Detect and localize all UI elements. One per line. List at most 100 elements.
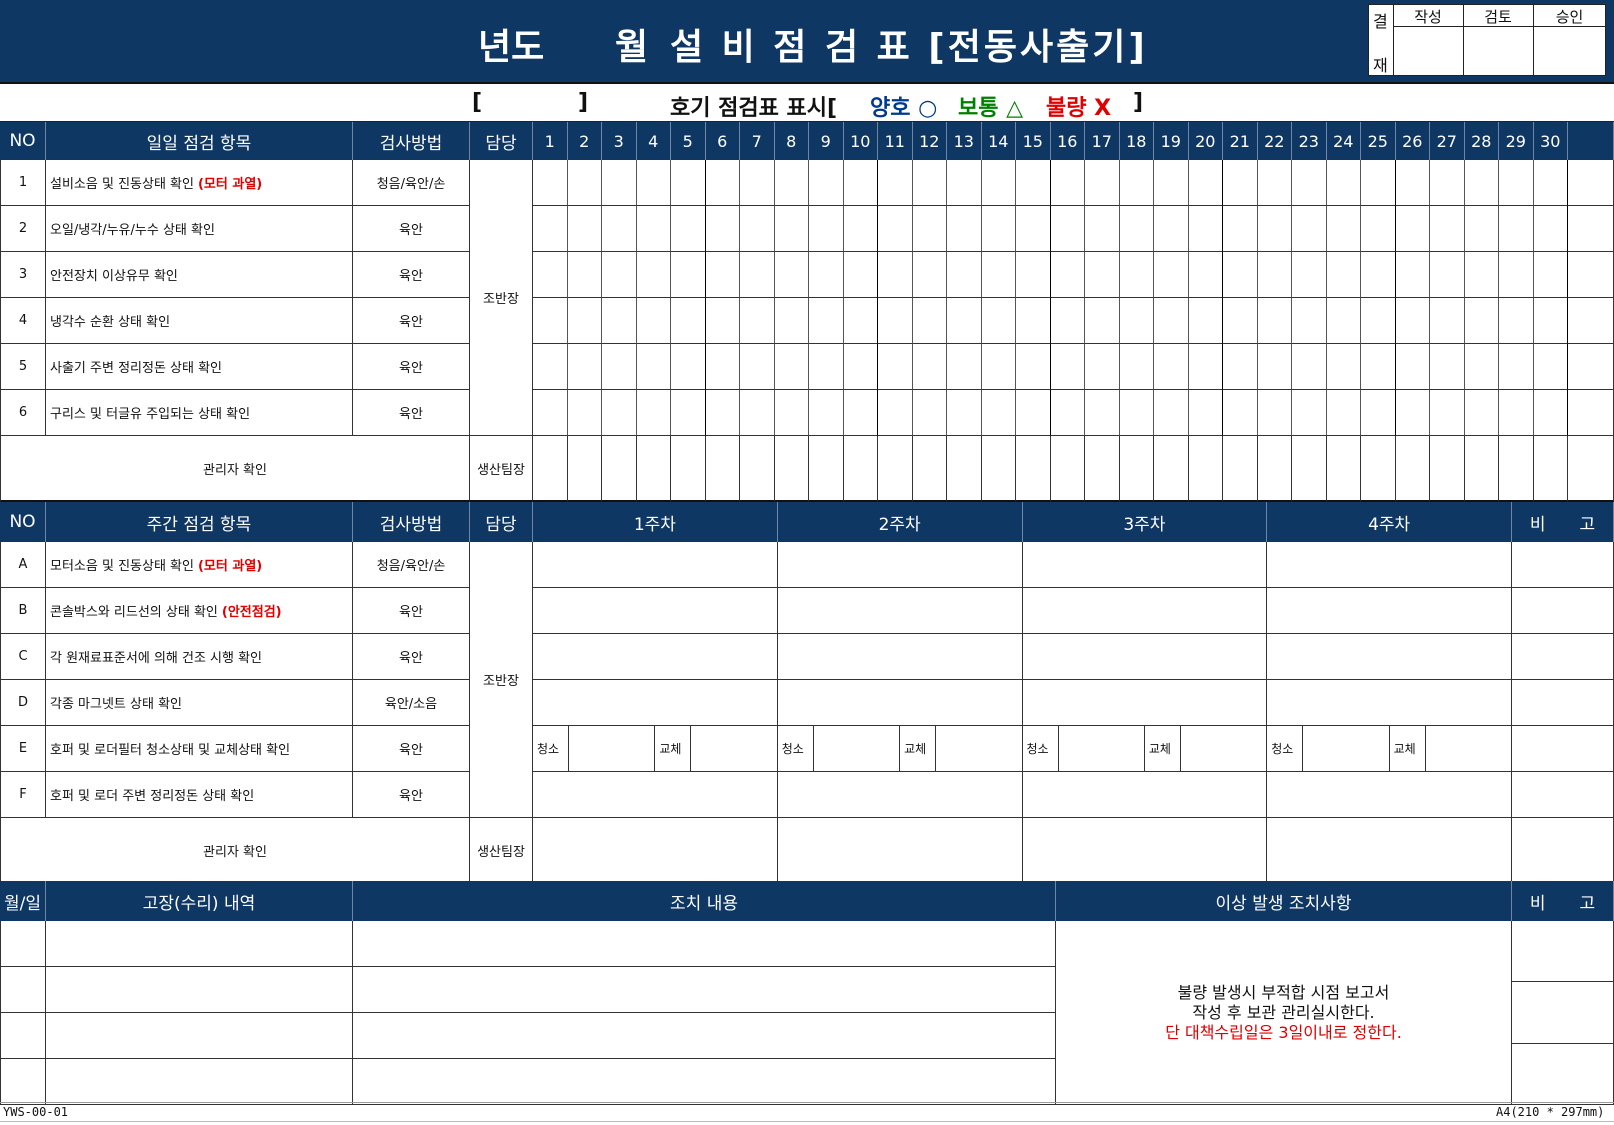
day-check-cell[interactable] bbox=[774, 206, 809, 252]
repair-detail-cell[interactable] bbox=[46, 921, 353, 967]
day-check-cell[interactable] bbox=[602, 390, 637, 436]
day-check-cell[interactable] bbox=[671, 160, 706, 206]
day-sign-cell[interactable] bbox=[981, 436, 1016, 502]
day-sign-cell[interactable] bbox=[1154, 436, 1189, 502]
day-sign-cell[interactable] bbox=[567, 436, 602, 502]
day-check-cell[interactable] bbox=[1257, 390, 1292, 436]
day-check-cell[interactable] bbox=[1050, 252, 1085, 298]
day-check-cell[interactable] bbox=[567, 206, 602, 252]
day-check-cell[interactable] bbox=[1050, 206, 1085, 252]
day-check-cell[interactable] bbox=[533, 160, 568, 206]
day-check-cell[interactable] bbox=[774, 390, 809, 436]
approval-sign-author[interactable] bbox=[1394, 27, 1463, 76]
day-check-cell[interactable] bbox=[1085, 252, 1120, 298]
day-check-cell[interactable] bbox=[1050, 344, 1085, 390]
day-check-cell[interactable] bbox=[1326, 390, 1361, 436]
day-sign-cell[interactable] bbox=[671, 436, 706, 502]
day-check-cell[interactable] bbox=[1499, 160, 1534, 206]
weekly-remark-cell[interactable] bbox=[1512, 542, 1614, 588]
weekly-remark-cell[interactable] bbox=[1512, 680, 1614, 726]
day-check-cell[interactable] bbox=[947, 206, 982, 252]
day-check-cell[interactable] bbox=[602, 298, 637, 344]
day-sign-cell[interactable] bbox=[774, 436, 809, 502]
day-check-cell[interactable] bbox=[947, 390, 982, 436]
day-sign-cell[interactable] bbox=[1395, 436, 1430, 502]
clean-input[interactable] bbox=[1058, 726, 1145, 772]
day-check-cell[interactable] bbox=[1188, 344, 1223, 390]
day-check-cell[interactable] bbox=[809, 344, 844, 390]
day-check-cell[interactable] bbox=[1430, 252, 1465, 298]
day-check-cell[interactable] bbox=[705, 206, 740, 252]
day-check-cell[interactable] bbox=[1395, 160, 1430, 206]
day-check-cell[interactable] bbox=[1464, 206, 1499, 252]
day-check-cell[interactable] bbox=[981, 252, 1016, 298]
day-check-cell[interactable] bbox=[1499, 298, 1534, 344]
day-check-cell[interactable] bbox=[671, 206, 706, 252]
day-check-cell[interactable] bbox=[843, 298, 878, 344]
week-check-cell[interactable] bbox=[777, 772, 1023, 818]
day-sign-cell[interactable] bbox=[1499, 436, 1534, 502]
weekly-sign-remark[interactable] bbox=[1512, 818, 1614, 883]
repair-remark-cell[interactable] bbox=[1512, 1043, 1614, 1105]
week-check-cell[interactable] bbox=[1022, 634, 1268, 680]
day-check-cell[interactable] bbox=[533, 344, 568, 390]
day-check-cell[interactable] bbox=[1395, 390, 1430, 436]
approval-sign-reviewer[interactable] bbox=[1464, 27, 1533, 76]
day-check-cell[interactable] bbox=[1430, 344, 1465, 390]
day-sign-cell[interactable] bbox=[1430, 436, 1465, 502]
replace-input[interactable] bbox=[1180, 726, 1268, 772]
week-check-cell[interactable] bbox=[1022, 588, 1268, 634]
week-check-cell[interactable] bbox=[1267, 680, 1512, 726]
approval-sign-approver[interactable] bbox=[1534, 27, 1606, 76]
day-sign-cell[interactable] bbox=[1223, 436, 1258, 502]
day-check-cell[interactable] bbox=[1533, 160, 1568, 206]
day-check-cell[interactable] bbox=[567, 298, 602, 344]
day-check-cell[interactable] bbox=[981, 344, 1016, 390]
day-check-cell[interactable] bbox=[1154, 206, 1189, 252]
day-check-cell[interactable] bbox=[981, 298, 1016, 344]
clean-input[interactable] bbox=[569, 726, 656, 772]
day-check-cell[interactable] bbox=[636, 344, 671, 390]
day-check-cell[interactable] bbox=[878, 298, 913, 344]
repair-date-cell[interactable] bbox=[0, 967, 46, 1013]
day-check-cell[interactable] bbox=[705, 390, 740, 436]
day-sign-cell[interactable] bbox=[1050, 436, 1085, 502]
day-check-cell[interactable] bbox=[912, 298, 947, 344]
day-check-cell[interactable] bbox=[1223, 252, 1258, 298]
day-check-cell[interactable] bbox=[1257, 206, 1292, 252]
day-check-cell[interactable] bbox=[740, 344, 775, 390]
day-check-cell[interactable] bbox=[1464, 252, 1499, 298]
day-check-cell[interactable] bbox=[1257, 298, 1292, 344]
week-sign-cell[interactable] bbox=[1022, 818, 1268, 883]
replace-input[interactable] bbox=[691, 726, 778, 772]
day-check-cell[interactable] bbox=[1223, 206, 1258, 252]
day-check-cell[interactable] bbox=[1533, 344, 1568, 390]
week-check-cell[interactable] bbox=[533, 680, 778, 726]
repair-action-cell[interactable] bbox=[353, 921, 1056, 967]
week-check-cell[interactable] bbox=[1267, 588, 1512, 634]
day-check-cell[interactable] bbox=[636, 390, 671, 436]
day-check-cell[interactable] bbox=[1430, 160, 1465, 206]
week-check-cell[interactable] bbox=[1022, 542, 1268, 588]
day-check-cell[interactable] bbox=[1326, 298, 1361, 344]
clean-input[interactable] bbox=[813, 726, 901, 772]
day-check-cell[interactable] bbox=[809, 298, 844, 344]
day-sign-cell[interactable] bbox=[1361, 436, 1396, 502]
day-check-cell[interactable] bbox=[878, 252, 913, 298]
day-check-cell[interactable] bbox=[1499, 206, 1534, 252]
day-check-cell[interactable] bbox=[1085, 344, 1120, 390]
day-check-cell[interactable] bbox=[705, 298, 740, 344]
day-check-cell[interactable] bbox=[1050, 298, 1085, 344]
day-check-cell[interactable] bbox=[1257, 252, 1292, 298]
day-check-cell[interactable] bbox=[602, 206, 637, 252]
day-check-cell[interactable] bbox=[705, 344, 740, 390]
day-check-cell[interactable] bbox=[1016, 206, 1051, 252]
day-check-cell[interactable] bbox=[774, 298, 809, 344]
day-check-cell[interactable] bbox=[809, 390, 844, 436]
day-check-cell[interactable] bbox=[567, 344, 602, 390]
weekly-remark-cell[interactable] bbox=[1512, 634, 1614, 680]
repair-remark-cell[interactable] bbox=[1512, 982, 1614, 1044]
day-check-cell[interactable] bbox=[1188, 206, 1223, 252]
day-check-cell[interactable] bbox=[774, 252, 809, 298]
day-check-cell[interactable] bbox=[1292, 298, 1327, 344]
